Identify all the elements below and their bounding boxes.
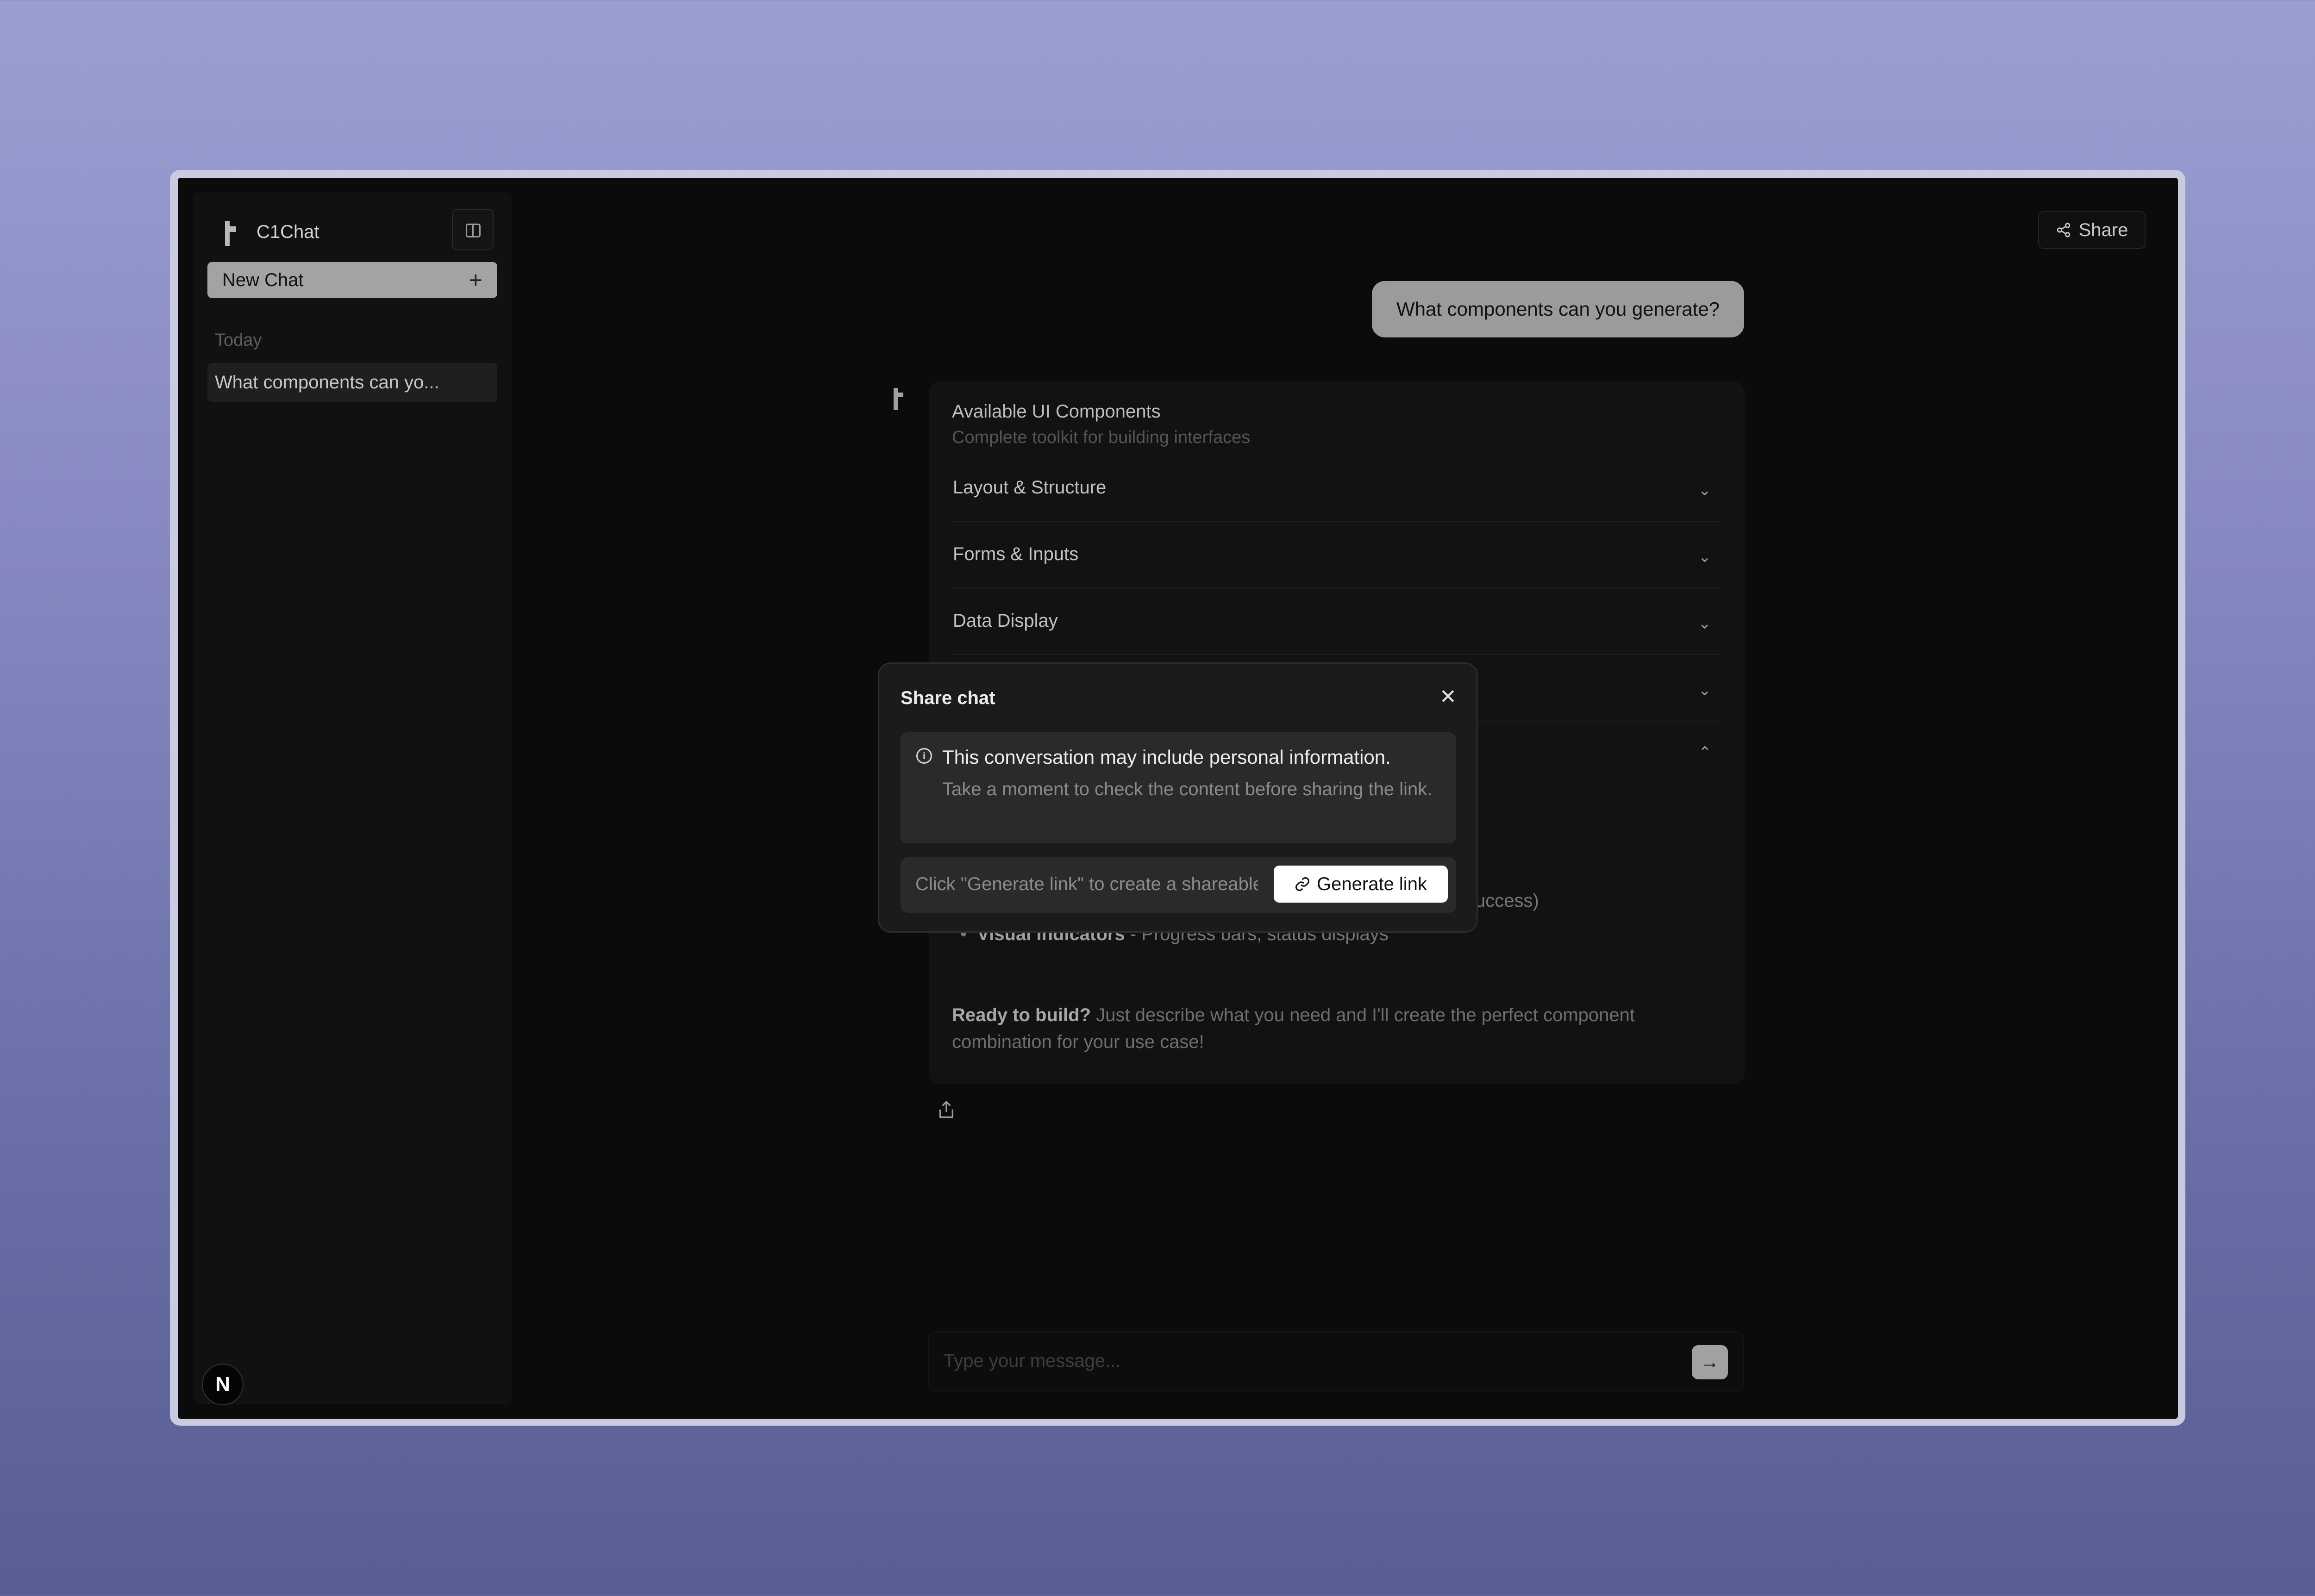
- link-icon: [1295, 877, 1310, 891]
- info-icon: i: [916, 748, 932, 764]
- ready-bold: Ready to build?: [952, 1005, 1091, 1025]
- sidebar-toggle-icon: [466, 224, 481, 237]
- notice-title: This conversation may include personal i…: [942, 746, 1391, 768]
- user-message-text: What components can you generate?: [1396, 298, 1720, 320]
- chevron-up-icon: ⌄: [1698, 742, 1712, 760]
- accordion-forms-inputs[interactable]: Forms & Inputs ⌄: [952, 524, 1721, 588]
- history-section-label: Today: [215, 330, 262, 350]
- accordion-label: Forms & Inputs: [953, 544, 1079, 564]
- generate-link-button[interactable]: Generate link: [1274, 866, 1448, 903]
- notice-body: Take a moment to check the content befor…: [942, 779, 1433, 799]
- message-input[interactable]: Type your message...: [944, 1351, 1120, 1372]
- chevron-down-icon: ⌄: [1698, 481, 1712, 499]
- new-chat-label: New Chat: [222, 269, 304, 290]
- chevron-down-icon: ⌄: [1698, 681, 1712, 699]
- share-link-field[interactable]: Click "Generate link" to create a sharea…: [915, 874, 1258, 895]
- chevron-down-icon: ⌄: [1698, 548, 1712, 566]
- message-composer: Type your message... →: [928, 1331, 1744, 1391]
- export-icon[interactable]: [937, 1099, 956, 1120]
- modal-title: Share chat: [901, 688, 995, 708]
- card-subtitle: Complete toolkit for building interfaces: [952, 428, 1251, 447]
- accordion-layout-structure[interactable]: Layout & Structure ⌄: [952, 457, 1721, 522]
- logo-icon: [221, 218, 240, 246]
- sidebar: C1Chat New Chat + Today What components …: [193, 193, 512, 1405]
- toggle-sidebar-button[interactable]: [452, 209, 494, 250]
- app-window: C1Chat New Chat + Today What components …: [178, 178, 2178, 1419]
- chevron-down-icon: ⌄: [1698, 615, 1712, 632]
- app-name: C1Chat: [257, 221, 319, 242]
- ready-paragraph: Ready to build? Just describe what you n…: [952, 1002, 1693, 1055]
- arrow-right-icon: →: [1701, 1352, 1719, 1372]
- generate-link-label: Generate link: [1317, 873, 1427, 894]
- history-item[interactable]: What components can yo...: [207, 363, 497, 402]
- accordion-label: Data Display: [953, 611, 1058, 631]
- share-chat-modal: Share chat ✕ i This conversation may inc…: [878, 662, 1478, 933]
- send-button[interactable]: →: [1692, 1345, 1728, 1379]
- card-title: Available UI Components: [952, 401, 1161, 422]
- share-label: Share: [2078, 219, 2128, 240]
- avatar-letter: N: [215, 1373, 230, 1396]
- plus-icon: +: [469, 267, 482, 293]
- history-item-label: What components can yo...: [215, 372, 439, 393]
- close-icon[interactable]: ✕: [1439, 685, 1457, 709]
- privacy-notice: i This conversation may include personal…: [901, 732, 1456, 843]
- share-link-row: Click "Generate link" to create a sharea…: [901, 857, 1456, 913]
- accordion-data-display[interactable]: Data Display ⌄: [952, 590, 1721, 655]
- accordion-label: Layout & Structure: [953, 477, 1107, 498]
- new-chat-button[interactable]: New Chat +: [207, 262, 497, 298]
- assistant-logo-icon: [891, 385, 909, 413]
- brand: C1Chat: [221, 218, 319, 246]
- avatar[interactable]: N: [202, 1364, 244, 1405]
- share-icon: [2057, 223, 2070, 237]
- share-button[interactable]: Share: [2038, 211, 2146, 249]
- user-message: What components can you generate?: [1372, 281, 1744, 337]
